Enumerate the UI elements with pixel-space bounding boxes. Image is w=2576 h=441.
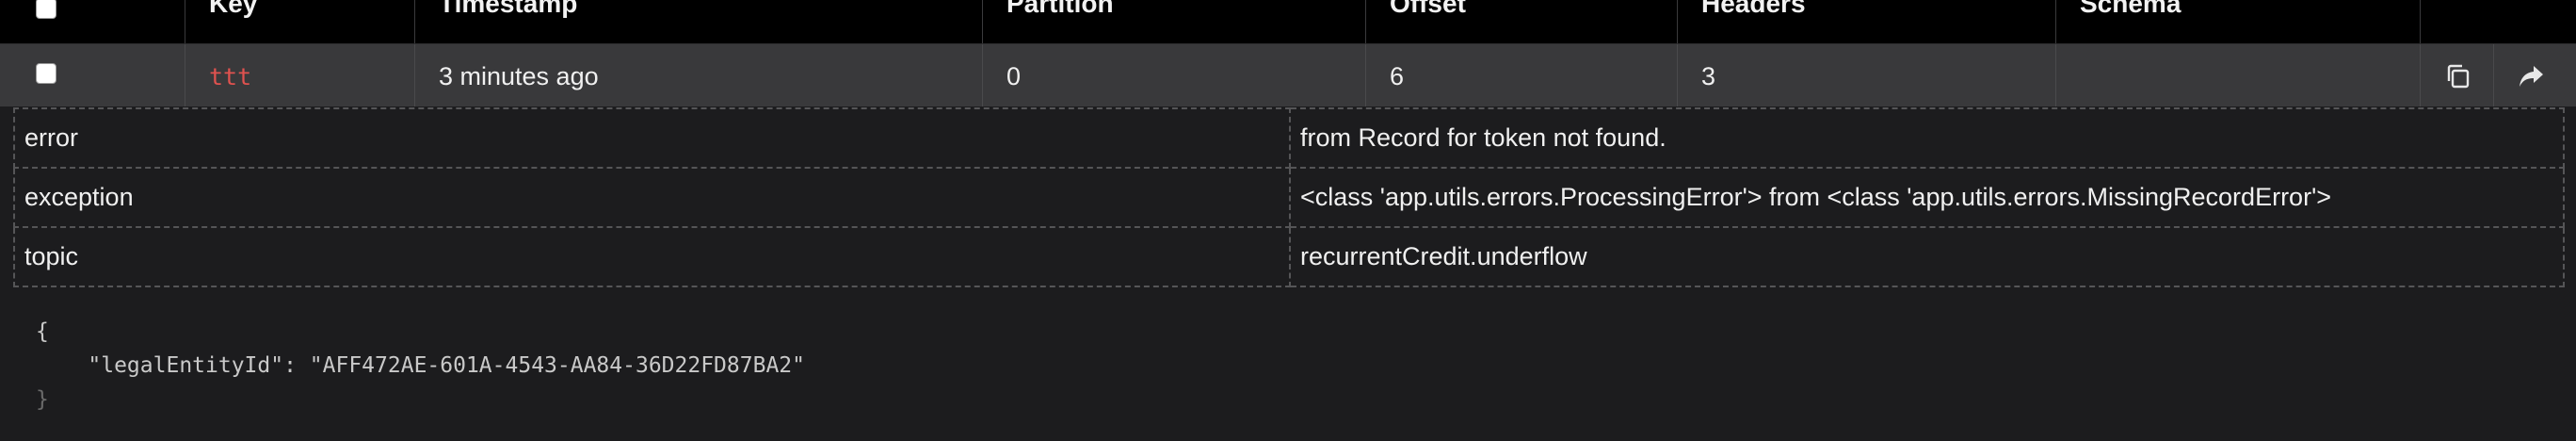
header-value: from Record for token not found.: [1289, 107, 2565, 169]
json-line: "legalEntityId": "AFF472AE-601A-4543-AA8…: [36, 353, 805, 378]
column-divider: [2055, 44, 2056, 106]
headers-table: error from Record for token not found. e…: [13, 107, 2565, 287]
message-partition: 0: [1006, 62, 1022, 90]
copy-icon[interactable]: [2443, 61, 2473, 91]
column-divider: [2420, 44, 2421, 106]
share-icon[interactable]: [2516, 61, 2546, 91]
header-value: <class 'app.utils.errors.ProcessingError…: [1289, 167, 2565, 228]
column-header-key[interactable]: Key: [209, 0, 257, 20]
column-divider: [1677, 44, 1678, 106]
message-offset: 6: [1390, 62, 1405, 90]
header-name: topic: [13, 226, 1291, 287]
row-select-checkbox[interactable]: [36, 63, 56, 84]
header-value: recurrentCredit.underflow: [1289, 226, 2565, 287]
message-viewer: Key Timestamp Partition Offset Headers S…: [0, 0, 2576, 441]
message-payload: { "legalEntityId": "AFF472AE-601A-4543-A…: [36, 315, 805, 416]
message-key: ttt: [209, 63, 252, 90]
column-divider: [1677, 0, 1678, 43]
column-divider: [982, 0, 983, 43]
column-divider: [414, 0, 415, 43]
column-divider: [2055, 0, 2056, 43]
column-header-partition[interactable]: Partition: [1006, 0, 1114, 20]
header-entry: exception <class 'app.utils.errors.Proce…: [13, 167, 2565, 228]
header-name: error: [13, 107, 1291, 169]
message-timestamp: 3 minutes ago: [439, 62, 599, 90]
header-entry: error from Record for token not found.: [13, 107, 2565, 169]
column-header-schema[interactable]: Schema: [2080, 0, 2181, 20]
column-header-offset[interactable]: Offset: [1390, 0, 1466, 20]
column-divider: [1365, 44, 1366, 106]
column-divider: [2493, 44, 2494, 106]
column-header-headers[interactable]: Headers: [1701, 0, 1806, 20]
json-close-brace: }: [36, 387, 49, 412]
column-header-timestamp[interactable]: Timestamp: [439, 0, 577, 20]
select-all-checkbox[interactable]: [36, 0, 56, 19]
column-divider: [982, 44, 983, 106]
table-header: Key Timestamp Partition Offset Headers S…: [0, 0, 2576, 44]
header-name: exception: [13, 167, 1291, 228]
column-divider: [2420, 0, 2421, 43]
column-divider: [1365, 0, 1366, 43]
table-row[interactable]: ttt 3 minutes ago 0 6 3: [0, 44, 2576, 106]
column-divider: [414, 44, 415, 106]
message-headers-count: 3: [1701, 62, 1716, 90]
header-entry: topic recurrentCredit.underflow: [13, 226, 2565, 287]
json-open-brace: {: [36, 319, 49, 344]
